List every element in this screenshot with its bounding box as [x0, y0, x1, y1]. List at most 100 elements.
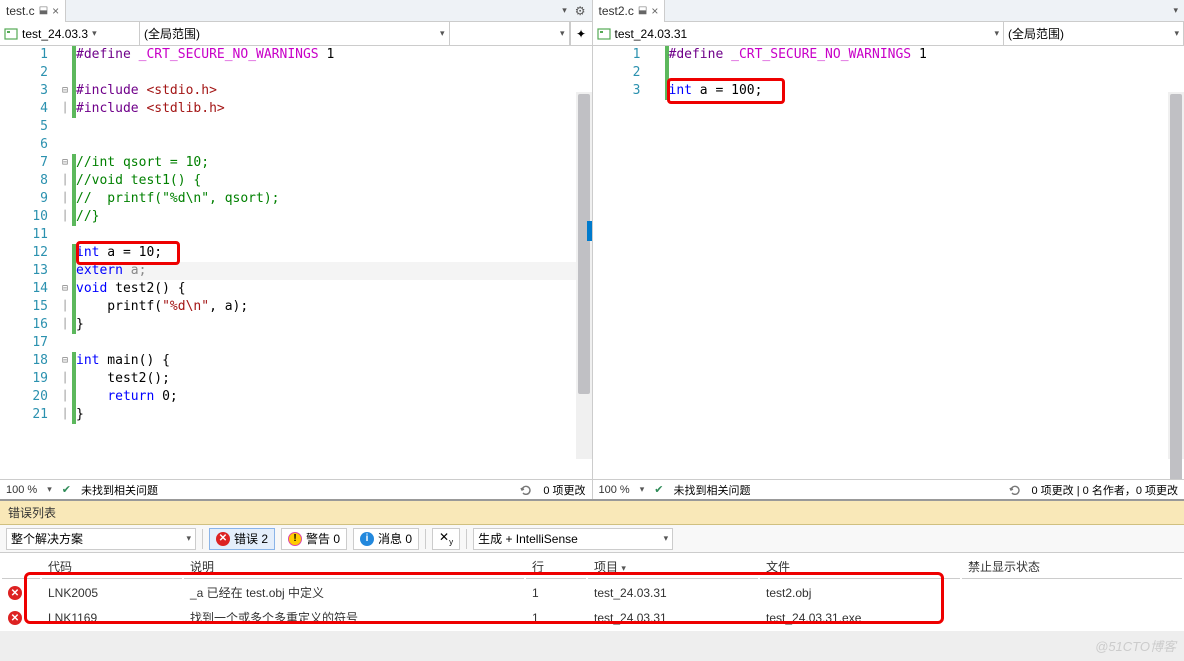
- tab-test2-c[interactable]: test2.c ⬓ ×: [593, 0, 666, 22]
- warnings-toggle[interactable]: ! 警告 0: [281, 528, 347, 550]
- pin-icon[interactable]: ⬓: [39, 5, 48, 16]
- separator: [425, 529, 426, 549]
- editor-pane-left: test.c ⬓ × ▾ ⚙ test_24.03.3 ▾ (全局范围) ▾: [0, 0, 593, 499]
- check-icon: ✔: [654, 483, 663, 496]
- gear-icon[interactable]: ⚙: [575, 4, 586, 18]
- error-list-panel: 错误列表 整个解决方案 ▾ ✕ 错误 2 ! 警告 0 i 消息 0 ✕y 生成…: [0, 500, 1184, 631]
- cell-line: 1: [526, 606, 586, 629]
- marker-icon: [587, 221, 592, 241]
- close-icon[interactable]: ×: [52, 4, 59, 18]
- scope-selector[interactable]: (全局范围) ▾: [1004, 22, 1184, 46]
- col-project[interactable]: 项目: [594, 560, 618, 574]
- cell-code: LNK1169: [42, 606, 182, 629]
- zoom-level[interactable]: 100 %: [599, 484, 630, 496]
- vertical-scrollbar[interactable]: [1168, 92, 1184, 459]
- chevron-down-icon: ▾: [664, 533, 669, 544]
- separator: [202, 529, 203, 549]
- warning-icon: !: [288, 532, 302, 546]
- chevron-down-icon: ▾: [92, 28, 97, 39]
- col-code[interactable]: 代码: [42, 555, 182, 579]
- code-lines[interactable]: #define _CRT_SECURE_NO_WARNINGS 1 #inclu…: [76, 46, 592, 479]
- changes-label[interactable]: 0 项更改: [543, 482, 585, 498]
- nav-bar-right: test_24.03.31 ▾ (全局范围) ▾: [593, 22, 1184, 46]
- source-combo[interactable]: 生成 + IntelliSense ▾: [473, 528, 673, 550]
- messages-label: 消息 0: [378, 530, 412, 547]
- zoom-level[interactable]: 100 %: [6, 484, 37, 496]
- code-area-right[interactable]: 123 #define _CRT_SECURE_NO_WARNINGS 1 in…: [593, 46, 1184, 479]
- member-selector[interactable]: ▾: [450, 22, 570, 46]
- col-suppress[interactable]: 禁止显示状态: [962, 555, 1182, 579]
- line-number-gutter: 123456789101112131415161718192021: [0, 46, 58, 479]
- tab-test-c[interactable]: test.c ⬓ ×: [0, 0, 66, 22]
- error-icon: ✕: [8, 611, 22, 625]
- split-icon[interactable]: ✦: [570, 22, 592, 46]
- scope-label: (全局范围): [144, 25, 200, 42]
- changes-label[interactable]: 0 项更改 | 0 名作者，0 项更改: [1032, 482, 1179, 498]
- chevron-down-icon: ▾: [994, 28, 999, 39]
- changes-icon: [1008, 483, 1022, 497]
- separator: [466, 529, 467, 549]
- source-label: 生成 + IntelliSense: [478, 530, 578, 547]
- chevron-down-icon[interactable]: ▾: [47, 484, 52, 495]
- vertical-scrollbar[interactable]: [576, 92, 592, 459]
- info-icon: i: [360, 532, 374, 546]
- error-toolbar: 整个解决方案 ▾ ✕ 错误 2 ! 警告 0 i 消息 0 ✕y 生成 + In…: [0, 525, 1184, 553]
- editor-status-right: 100 % ▾ ✔ 未找到相关问题 0 项更改 | 0 名作者，0 项更改: [593, 479, 1184, 499]
- cell-project: test_24.03.31: [588, 606, 758, 629]
- tab-overflow-icon[interactable]: ▾: [1173, 5, 1178, 16]
- scope-combo-label: 整个解决方案: [11, 530, 83, 547]
- error-list-title[interactable]: 错误列表: [0, 501, 1184, 525]
- cell-file: test_24.03.31.exe: [760, 606, 960, 629]
- table-row[interactable]: ✕ LNK2005_a 已经在 test.obj 中定义1test_24.03.3…: [2, 581, 1182, 604]
- error-icon: ✕: [216, 532, 230, 546]
- messages-toggle[interactable]: i 消息 0: [353, 528, 419, 550]
- errors-toggle[interactable]: ✕ 错误 2: [209, 528, 275, 550]
- col-desc[interactable]: 说明: [184, 555, 524, 579]
- project-label: test_24.03.31: [615, 27, 688, 41]
- changes-icon: [519, 483, 533, 497]
- project-icon: [597, 27, 611, 41]
- close-icon[interactable]: ×: [651, 4, 658, 18]
- pin-icon[interactable]: ⬓: [638, 5, 647, 16]
- clear-button[interactable]: ✕y: [432, 528, 460, 550]
- sort-icon: ▾: [621, 563, 626, 573]
- cell-desc: 找到一个或多个多重定义的符号: [184, 606, 524, 629]
- issues-label[interactable]: 未找到相关问题: [673, 482, 750, 498]
- tab-overflow-icon[interactable]: ▾: [562, 5, 567, 16]
- code-area-left[interactable]: 123456789101112131415161718192021 ⊟│⊟│││…: [0, 46, 592, 479]
- cell-desc: _a 已经在 test.obj 中定义: [184, 581, 524, 604]
- line-number-gutter: 123: [593, 46, 651, 479]
- tab-bar-left: test.c ⬓ × ▾ ⚙: [0, 0, 592, 22]
- cell-code: LNK2005: [42, 581, 182, 604]
- cell-line: 1: [526, 581, 586, 604]
- warnings-label: 警告 0: [306, 530, 340, 547]
- tab-label: test2.c: [599, 4, 634, 18]
- tab-bar-right: test2.c ⬓ × ▾: [593, 0, 1184, 22]
- project-selector[interactable]: test_24.03.3 ▾: [0, 22, 140, 46]
- table-row[interactable]: ✕ LNK1169找到一个或多个多重定义的符号1test_24.03.31test…: [2, 606, 1182, 629]
- project-icon: [4, 27, 18, 41]
- chevron-down-icon: ▾: [186, 533, 191, 544]
- fold-indicator: [651, 46, 665, 479]
- table-header-row: 代码 说明 行 项目 ▾ 文件 禁止显示状态: [2, 555, 1182, 579]
- issues-label[interactable]: 未找到相关问题: [81, 482, 158, 498]
- cell-project: test_24.03.31: [588, 581, 758, 604]
- code-lines[interactable]: #define _CRT_SECURE_NO_WARNINGS 1 int a …: [669, 46, 1184, 479]
- scope-combo[interactable]: 整个解决方案 ▾: [6, 528, 196, 550]
- chevron-down-icon: ▾: [440, 28, 445, 39]
- check-icon: ✔: [62, 483, 71, 496]
- col-file[interactable]: 文件: [760, 555, 960, 579]
- tab-label: test.c: [6, 4, 35, 18]
- error-table: 代码 说明 行 项目 ▾ 文件 禁止显示状态 ✕ LNK2005_a 已经在 te…: [0, 553, 1184, 631]
- project-selector[interactable]: test_24.03.31 ▾: [593, 22, 1005, 46]
- errors-label: 错误 2: [234, 530, 268, 547]
- scope-label: (全局范围): [1008, 25, 1064, 42]
- error-icon: ✕: [8, 586, 22, 600]
- editor-pane-right: test2.c ⬓ × ▾ test_24.03.31 ▾ (全局范围) ▾: [593, 0, 1184, 499]
- chevron-down-icon[interactable]: ▾: [640, 484, 645, 495]
- chevron-down-icon: ▾: [560, 28, 565, 39]
- clear-icon: ✕y: [439, 530, 453, 546]
- nav-bar-left: test_24.03.3 ▾ (全局范围) ▾ ▾ ✦: [0, 22, 592, 46]
- scope-selector[interactable]: (全局范围) ▾: [140, 22, 450, 46]
- col-line[interactable]: 行: [526, 555, 586, 579]
